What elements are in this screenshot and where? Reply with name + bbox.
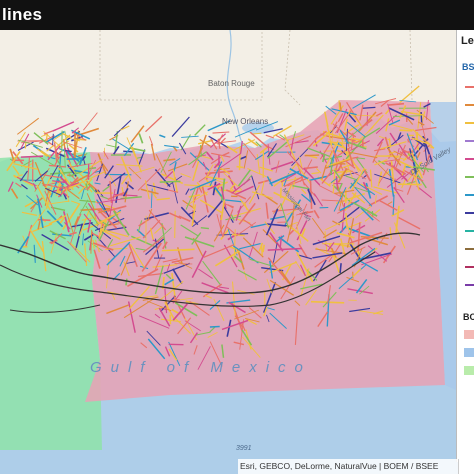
pipeline-segment [399, 129, 413, 132]
pipeline-segment [209, 325, 220, 328]
legend-line-swatch [465, 194, 474, 196]
pipeline-segment [339, 263, 342, 274]
legend-area-swatch [464, 348, 474, 357]
legend-line-swatch [465, 158, 474, 160]
legend-line-swatch [465, 86, 474, 88]
legend-line-swatch [465, 230, 474, 232]
app-header: lines [0, 0, 474, 30]
pipeline-segment [19, 179, 43, 181]
pipeline-segment [45, 134, 48, 142]
legend-line-swatch [465, 140, 474, 142]
baton-rouge-label: Baton Rouge [208, 79, 255, 88]
pipeline-segment [236, 165, 244, 169]
depth-label: 3991 [236, 445, 252, 452]
legend-line-swatch [465, 284, 474, 286]
pipeline-segment [304, 154, 320, 157]
map-attribution: Esri, GEBCO, DeLorme, NaturalVue | BOEM … [238, 459, 458, 474]
legend-line-swatch [465, 104, 474, 106]
pipeline-segment [338, 100, 341, 111]
legend-line-swatch [465, 176, 474, 178]
legend-section-pipelines: BS [462, 62, 474, 72]
legend-area-swatch [464, 330, 474, 339]
legend-area-swatch [464, 366, 474, 375]
pipeline-segment [260, 243, 264, 256]
pipeline-segment [171, 298, 180, 301]
pipeline-segment [20, 155, 44, 158]
legend-line-swatch [465, 248, 474, 250]
pipeline-segment [200, 226, 209, 230]
pipeline-segment [159, 180, 181, 183]
new-orleans-label: New Orleans [222, 117, 268, 126]
legend-title: Leg [461, 35, 474, 47]
map-canvas[interactable]: Baton Rouge New Orleans Gulf of Mexico D… [0, 30, 474, 474]
map-view[interactable]: Baton Rouge New Orleans Gulf of Mexico D… [0, 30, 474, 474]
gulf-of-mexico-label: Gulf of Mexico [90, 359, 312, 376]
legend-section-boundaries: BO [463, 312, 474, 322]
pipeline-segment [37, 218, 51, 222]
legend-line-swatch [465, 122, 474, 124]
legend-line-swatch [465, 212, 474, 214]
attribution-toggle[interactable] [458, 459, 474, 474]
page-title: lines [2, 5, 43, 24]
legend-panel[interactable]: Leg BS BO [456, 30, 474, 462]
legend-line-swatch [465, 266, 474, 268]
pipeline-segment [125, 278, 128, 286]
